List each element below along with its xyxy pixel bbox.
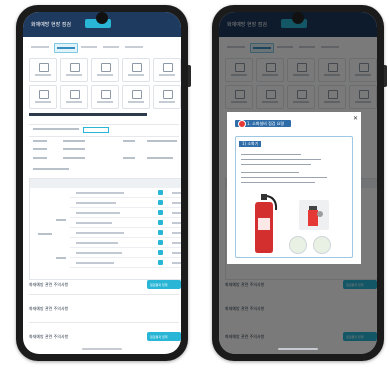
field-label xyxy=(33,157,47,159)
home-indicator xyxy=(82,348,122,350)
quick-menu-item[interactable] xyxy=(29,58,57,82)
info-tag[interactable] xyxy=(83,127,109,133)
quick-menu-item[interactable] xyxy=(91,58,119,82)
field-label xyxy=(33,140,47,142)
table-row xyxy=(76,192,124,194)
info-label xyxy=(33,128,79,130)
tab-4[interactable] xyxy=(101,43,121,51)
screen-right: 화재예방 현장 점검 화재예방 관련 주의사항 점검결과 입력 화재 xyxy=(219,12,377,354)
field-value xyxy=(147,157,173,159)
row-checkbox[interactable] xyxy=(158,190,163,195)
row-checkbox[interactable] xyxy=(158,240,163,245)
menu-icon xyxy=(70,63,80,72)
table-row xyxy=(76,242,118,244)
submit-button-label: 점검결과 입력 xyxy=(150,283,168,287)
menu-icon xyxy=(101,63,111,72)
section-heading-4: 화재예방 관련 주의사항 xyxy=(29,334,69,339)
quick-menu-item[interactable] xyxy=(60,85,88,109)
row-checkbox[interactable] xyxy=(158,230,163,235)
pressure-gauge-icon xyxy=(289,236,307,254)
row-checkbox[interactable] xyxy=(158,250,163,255)
field-value xyxy=(147,140,177,142)
menu-icon xyxy=(163,63,173,72)
checklist-table xyxy=(29,178,181,280)
tab-bar xyxy=(29,43,181,53)
table-row xyxy=(76,262,114,264)
tab-5[interactable] xyxy=(123,43,145,51)
menu-icon xyxy=(39,63,49,72)
pressure-gauge-icon xyxy=(313,236,331,254)
menu-icon xyxy=(132,90,142,99)
field-value xyxy=(63,148,85,150)
row-checkbox[interactable] xyxy=(158,260,163,265)
submit-button-label: 점검결과 입력 xyxy=(150,335,168,339)
divider xyxy=(29,322,179,323)
row-group-label xyxy=(56,257,66,259)
phone-right: 화재예방 현장 점검 화재예방 관련 주의사항 점검결과 입력 화재 xyxy=(212,5,387,361)
phone-left: 화재예방 현장 점검 화재예방 관련 주의사항 점검결과 입력 화재예방 관련 … xyxy=(16,5,191,361)
quick-menu-item[interactable] xyxy=(91,85,119,109)
fire-logo-icon xyxy=(238,120,246,128)
divider xyxy=(29,294,179,295)
section-heading-3: 화재예방 관련 주의사항 xyxy=(29,306,69,311)
fire-extinguisher-small-icon xyxy=(299,200,329,230)
row-group-label xyxy=(38,233,52,235)
quick-menu-item[interactable] xyxy=(153,58,181,82)
field-value xyxy=(63,140,85,142)
table-row xyxy=(76,212,120,214)
app-title: 화재예방 현장 점검 xyxy=(31,22,71,28)
table-row xyxy=(76,202,116,204)
close-icon[interactable]: ✕ xyxy=(353,115,358,122)
side-button xyxy=(188,65,191,87)
menu-icon xyxy=(163,90,173,99)
quick-menu-item[interactable] xyxy=(29,85,57,109)
camera-notch xyxy=(96,12,108,24)
table-header xyxy=(30,179,181,188)
table-row xyxy=(76,232,124,234)
table-row xyxy=(76,252,122,254)
section-heading xyxy=(29,113,147,116)
menu-icon xyxy=(101,90,111,99)
guide-modal: ✕ 1. 소화설비 점검 요령 1) 소화기 xyxy=(227,112,361,264)
field-label xyxy=(123,157,135,159)
field-value xyxy=(63,157,85,159)
tab-2[interactable] xyxy=(54,43,78,53)
subsection-label xyxy=(33,168,69,170)
quick-menu-item[interactable] xyxy=(60,58,88,82)
tab-3[interactable] xyxy=(79,43,99,51)
section-heading-2: 화재예방 관련 주의사항 xyxy=(29,282,69,287)
divider xyxy=(29,124,179,125)
row-checkbox[interactable] xyxy=(158,220,163,225)
home-indicator xyxy=(278,348,318,350)
quick-menu-item[interactable] xyxy=(122,85,150,109)
fire-extinguisher-icon xyxy=(249,192,279,254)
row-checkbox[interactable] xyxy=(158,200,163,205)
field-label xyxy=(123,140,135,142)
quick-menu-item[interactable] xyxy=(153,85,181,109)
camera-notch xyxy=(292,12,304,24)
menu-icon xyxy=(132,63,142,72)
menu-icon xyxy=(39,90,49,99)
screen-left: 화재예방 현장 점검 화재예방 관련 주의사항 점검결과 입력 화재예방 관련 … xyxy=(23,12,181,354)
row-checkbox[interactable] xyxy=(158,210,163,215)
row-group-label xyxy=(56,219,66,221)
submit-button[interactable]: 점검결과 입력 xyxy=(147,280,181,289)
side-button xyxy=(384,65,387,87)
table-row xyxy=(76,222,112,224)
tab-1[interactable] xyxy=(29,43,51,51)
quick-menu-item[interactable] xyxy=(122,58,150,82)
modal-subtitle: 1) 소화기 xyxy=(239,141,262,147)
modal-header-label: 1. 소화설비 점검 요령 xyxy=(247,121,285,126)
field-label xyxy=(33,148,47,150)
divider xyxy=(29,136,179,137)
submit-button-2[interactable]: 점검결과 입력 xyxy=(147,332,181,341)
menu-icon xyxy=(70,90,80,99)
